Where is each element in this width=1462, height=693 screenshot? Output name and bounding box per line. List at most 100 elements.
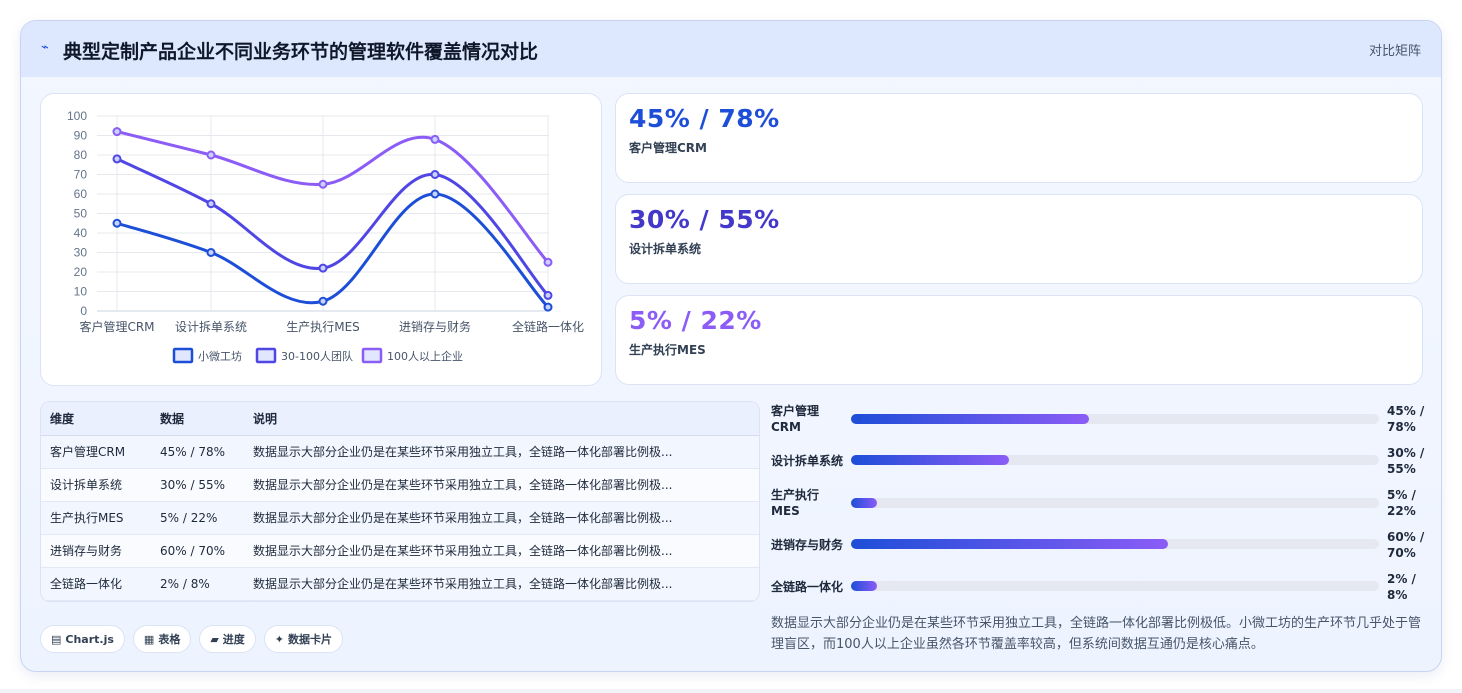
progress-fill <box>851 581 878 591</box>
pulse-icon: ⌁ <box>41 40 49 55</box>
legend-label: 100人以上企业 <box>387 349 463 363</box>
data-point <box>543 290 553 300</box>
data-point <box>206 150 216 160</box>
cell-dimension: 客户管理CRM <box>41 435 151 469</box>
table-row[interactable]: 设计拆单系统 30% / 55% 数据显示大部分企业仍是在某些环节采用独立工具，… <box>41 468 759 502</box>
column-header-dimension[interactable]: 维度 <box>41 402 151 436</box>
progress-value: 2% / 8% <box>1387 572 1416 602</box>
data-point <box>206 199 216 209</box>
table-row[interactable]: 进销存与财务 60% / 70% 数据显示大部分企业仍是在某些环节采用独立工具，… <box>41 534 759 568</box>
progress-track <box>851 498 1379 508</box>
progress-row-design: 设计拆单系统 30% / 55% <box>771 446 1424 489</box>
progress-row-crm: 客户管理CRM 45% / 78% <box>771 403 1424 439</box>
table-header-row: 维度 数据 说明 <box>41 402 759 436</box>
data-table-card: 维度 数据 说明 客户管理CRM 45% / 78% 数据显示大部分企业仍是在某… <box>40 401 760 602</box>
cell-data: 5% / 22% <box>151 501 244 535</box>
cell-description: 数据显示大部分企业仍是在某些环节采用独立工具，全链路一体化部署比例极... <box>244 435 759 469</box>
data-point <box>318 263 328 273</box>
x-tick-label: 进销存与财务 <box>399 319 471 334</box>
y-tick-label: 10 <box>74 285 88 299</box>
progress-row-inventory: 进销存与财务 60% / 70% <box>771 530 1424 573</box>
stat-card-mes: 5% / 22% 生产执行MES <box>615 295 1423 385</box>
progress-value: 60% / 70% <box>1387 530 1425 560</box>
y-tick-label: 80 <box>74 148 88 162</box>
data-point <box>318 179 328 189</box>
x-tick-label: 生产执行MES <box>286 320 360 334</box>
progress-label: 设计拆单系统 <box>771 454 844 468</box>
chip-label: 表格 <box>158 633 181 646</box>
progress-track <box>851 414 1379 424</box>
stat-value: 45% / 78% <box>629 104 780 133</box>
view-mode-label[interactable]: 对比矩阵 <box>1369 40 1421 59</box>
data-point <box>112 218 122 228</box>
line-chart-card: 0 10 20 30 40 50 60 70 80 90 100 客户管理CRM 设计拆单系统 生产执行M… <box>40 93 602 386</box>
y-tick-label: 70 <box>74 168 88 182</box>
data-point <box>112 127 122 137</box>
data-table: 维度 数据 说明 客户管理CRM 45% / 78% 数据显示大部分企业仍是在某… <box>41 402 759 601</box>
data-point <box>543 257 553 267</box>
chip-label: Chart.js <box>65 632 114 646</box>
column-header-data[interactable]: 数据 <box>151 402 244 436</box>
y-tick-label: 30 <box>74 246 88 260</box>
legend-swatch <box>361 347 383 364</box>
y-tick-label: 50 <box>74 207 88 221</box>
progress-track <box>851 455 1379 465</box>
progress-track <box>851 581 1379 591</box>
progress-row-fullchain: 全链路一体化 2% / 8% <box>771 572 1423 615</box>
column-header-description[interactable]: 说明 <box>244 402 759 436</box>
data-point <box>206 248 216 257</box>
chip-table[interactable]: ▦ 表格 <box>132 625 192 653</box>
chip-chartjs[interactable]: ▤ Chart.js <box>40 625 125 653</box>
data-point <box>430 189 440 199</box>
cell-description: 数据显示大部分企业仍是在某些环节采用独立工具，全链路一体化部署比例极... <box>244 501 759 535</box>
legend-swatch <box>172 347 194 364</box>
cell-description: 数据显示大部分企业仍是在某些环节采用独立工具，全链路一体化部署比例极... <box>244 534 759 568</box>
table-row[interactable]: 生产执行MES 5% / 22% 数据显示大部分企业仍是在某些环节采用独立工具，… <box>41 501 759 535</box>
cell-data: 60% / 70% <box>151 534 244 568</box>
x-tick-label: 设计拆单系统 <box>175 319 247 334</box>
line-chart: 0 10 20 30 40 50 60 70 80 90 100 客户管理CRM 设计拆单系统 生产执行M… <box>67 109 584 364</box>
stat-label: 客户管理CRM <box>629 141 707 155</box>
chip-progress[interactable]: ▰ 进度 <box>199 625 256 653</box>
sparkle-icon: ✦ <box>274 632 285 646</box>
chip-label: 数据卡片 <box>288 633 333 646</box>
cell-description: 数据显示大部分企业仍是在某些环节采用独立工具，全链路一体化部署比例极... <box>244 468 759 502</box>
stat-card-crm: 45% / 78% 客户管理CRM <box>615 93 1423 183</box>
chip-data-card[interactable]: ✦ 数据卡片 <box>263 625 344 653</box>
data-point <box>430 134 440 144</box>
cell-dimension: 生产执行MES <box>41 501 151 535</box>
progress-fill <box>851 539 1168 549</box>
table-icon: ▦ <box>143 632 155 646</box>
stat-label: 生产执行MES <box>629 343 706 357</box>
y-tick-label: 40 <box>74 226 88 240</box>
progress-icon: ▰ <box>210 632 219 646</box>
stat-label: 设计拆单系统 <box>629 242 702 256</box>
x-tick-label: 全链路一体化 <box>512 319 584 334</box>
progress-fill <box>851 498 878 508</box>
chip-label: 进度 <box>222 633 245 646</box>
cell-data: 30% / 55% <box>151 468 244 502</box>
legend-label: 30-100人团队 <box>281 349 353 363</box>
y-tick-label: 90 <box>74 129 88 143</box>
data-point <box>543 302 553 312</box>
data-point <box>112 154 122 164</box>
page-bottom-edge <box>0 689 1462 693</box>
cell-description: 数据显示大部分企业仍是在某些环节采用独立工具，全链路一体化部署比例极... <box>244 567 759 601</box>
cell-dimension: 进销存与财务 <box>41 534 151 568</box>
progress-value: 5% / 22% <box>1387 488 1416 518</box>
cell-dimension: 全链路一体化 <box>41 567 151 601</box>
legend-swatch <box>255 347 277 364</box>
feature-chips: ▤ Chart.js ▦ 表格 ▰ 进度 ✦ 数据卡片 <box>40 625 344 653</box>
legend-label: 小微工坊 <box>198 349 242 363</box>
cell-data: 45% / 78% <box>151 435 244 469</box>
table-row[interactable]: 客户管理CRM 45% / 78% 数据显示大部分企业仍是在某些环节采用独立工具… <box>41 435 759 469</box>
stat-card-design: 30% / 55% 设计拆单系统 <box>615 194 1423 284</box>
main-panel: ⌁ 典型定制产品企业不同业务环节的管理软件覆盖情况对比 对比矩阵 0 10 20 30… <box>20 20 1442 672</box>
progress-value: 45% / 78% <box>1387 404 1425 434</box>
progress-label: 进销存与财务 <box>771 538 844 552</box>
table-row[interactable]: 全链路一体化 2% / 8% 数据显示大部分企业仍是在某些环节采用独立工具，全链… <box>41 567 759 601</box>
progress-fill <box>851 414 1089 424</box>
stat-value: 30% / 55% <box>629 205 780 234</box>
y-tick-label: 20 <box>74 265 88 279</box>
page-title: 典型定制产品企业不同业务环节的管理软件覆盖情况对比 <box>63 41 539 63</box>
